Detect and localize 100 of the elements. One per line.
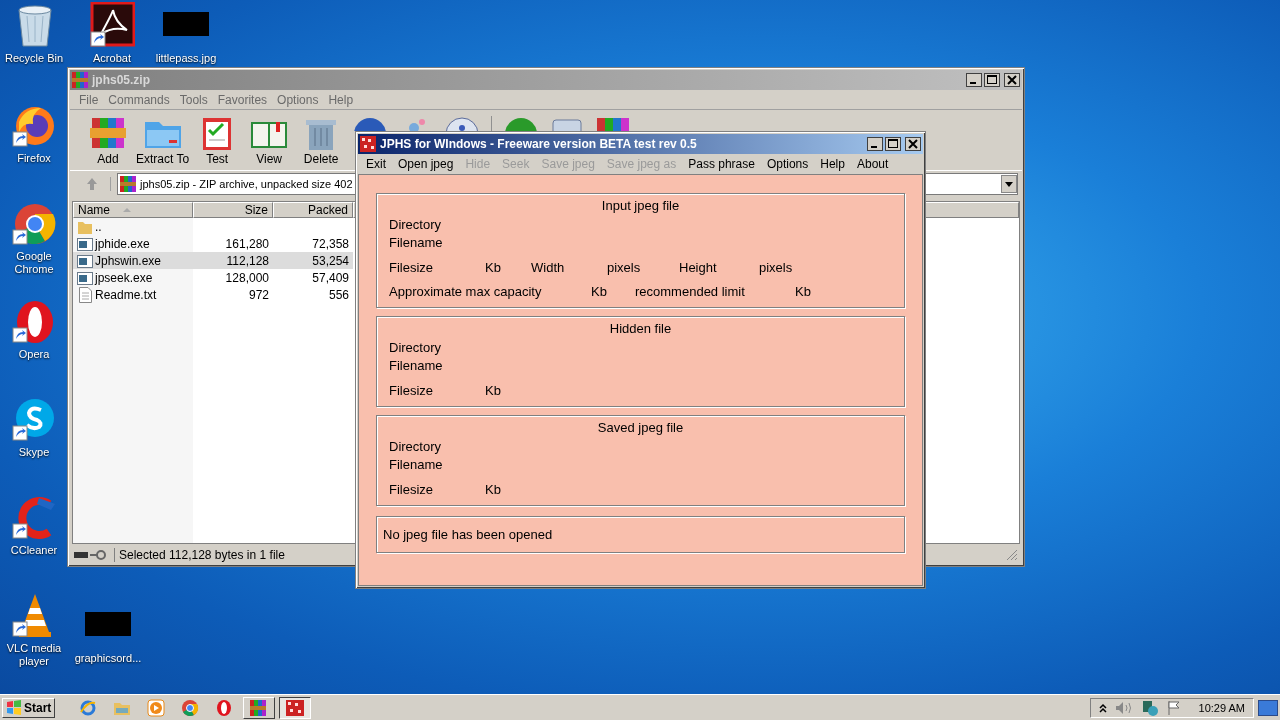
desktop-shortcut[interactable]: Acrobat <box>80 2 144 65</box>
resize-grip-icon <box>1006 549 1018 561</box>
file-row[interactable]: jpseek.exe 128,000 57,409 <box>73 269 353 286</box>
file-name: jphide.exe <box>95 236 150 251</box>
group-title: Input jpeg file <box>600 198 681 213</box>
column-header[interactable]: Packed <box>273 202 353 218</box>
desktop-shortcut[interactable]: graphicsord... <box>76 602 140 665</box>
unit-label: pixels <box>759 259 793 275</box>
play-icon[interactable] <box>147 698 166 717</box>
menu-item[interactable]: Commands <box>103 92 175 107</box>
ccleaner-icon <box>11 494 57 540</box>
field-label: Height <box>679 259 718 275</box>
unit-label: Kb <box>485 259 502 275</box>
menu-item[interactable]: Options <box>272 92 324 107</box>
file-row[interactable]: jphide.exe 161,280 72,358 <box>73 235 353 252</box>
desktop-shortcut[interactable]: CCleaner <box>2 494 66 557</box>
group-title: Hidden file <box>608 321 673 336</box>
network-icon[interactable] <box>1140 699 1159 716</box>
unit-label: Kb <box>591 283 608 299</box>
window-title: JPHS for WIndows - Freeware version BETA test rev 0.5 <box>380 137 698 151</box>
taskbar-button[interactable] <box>279 696 312 719</box>
program-icon <box>77 235 93 252</box>
file-row[interactable]: Readme.txt 972 556 <box>73 286 353 303</box>
unit-label: pixels <box>607 259 642 275</box>
file-size: 972 <box>248 287 269 302</box>
desktop-shortcut[interactable]: Opera <box>2 298 66 361</box>
menu-item[interactable]: Help <box>814 156 851 171</box>
packed-size: 72,358 <box>312 236 349 251</box>
file-name: .. <box>95 219 102 234</box>
field-label: Directory <box>389 216 441 232</box>
file-size: 128,000 <box>225 270 269 285</box>
group-title: Saved jpeg file <box>596 420 685 435</box>
mosaic-icon <box>360 136 376 152</box>
column-header[interactable]: Name <box>73 202 193 218</box>
desktop-shortcut[interactable]: Skype <box>2 396 66 459</box>
opera-icon[interactable] <box>215 698 234 717</box>
archive-icon <box>72 72 88 88</box>
toolbar-button[interactable]: Delete <box>295 110 348 166</box>
status-text: No jpeg file has been opened <box>383 527 553 542</box>
text-file-icon <box>77 286 93 303</box>
file-name: Readme.txt <box>95 287 157 302</box>
archive-icon <box>120 176 136 192</box>
program-icon <box>77 269 93 286</box>
file-size: 112,128 <box>226 253 269 268</box>
dropdown-icon[interactable] <box>1001 175 1017 193</box>
field-label: Directory <box>389 339 441 355</box>
menu-item[interactable]: Favorites <box>212 92 273 107</box>
maximize-button[interactable] <box>885 137 901 151</box>
menu-item[interactable]: File <box>74 92 104 107</box>
file-name: Jphswin.exe <box>95 253 162 268</box>
field-label: Directory <box>389 438 441 454</box>
menu-item[interactable]: Open jpeg <box>392 156 460 171</box>
menu-item[interactable]: Tools <box>174 92 213 107</box>
archive-icon <box>250 699 269 716</box>
minimize-button[interactable] <box>867 137 883 151</box>
menu-item[interactable]: Options <box>760 156 815 171</box>
desktop-shortcut[interactable]: VLC media player <box>2 592 66 668</box>
flag-icon[interactable] <box>1166 699 1181 716</box>
menu-item[interactable]: Help <box>323 92 359 107</box>
field-label: recommended limit <box>635 283 746 299</box>
menu-item[interactable]: About <box>850 156 895 171</box>
file-name: jpseek.exe <box>95 270 153 285</box>
windows-logo-icon <box>6 699 22 716</box>
chevron-up-icon[interactable] <box>1098 702 1107 713</box>
drive-key-icon <box>74 549 108 561</box>
unit-label: Kb <box>485 382 502 398</box>
pdf-icon <box>89 2 135 48</box>
file-size: 161,280 <box>225 236 269 251</box>
column-header[interactable]: Size <box>193 202 273 218</box>
start-button[interactable]: Start <box>2 697 56 718</box>
show-desktop-icon[interactable] <box>1258 699 1278 716</box>
desktop-shortcut[interactable]: littlepass.jpg <box>154 2 218 65</box>
field-label: Filesize <box>389 481 435 497</box>
desktop-shortcut[interactable]: Firefox <box>2 102 66 165</box>
internet-explorer-icon[interactable] <box>79 698 98 717</box>
field-label: Filename <box>389 234 443 250</box>
program-icon <box>77 252 93 269</box>
toolbar-button[interactable]: View <box>243 110 296 166</box>
toolbar-button[interactable]: Test <box>191 110 244 166</box>
clock[interactable]: 10:29 AM <box>1198 701 1245 714</box>
field-label: Filesize <box>389 259 435 275</box>
skype-icon <box>11 396 57 442</box>
unit-label: Kb <box>795 283 811 299</box>
desktop-shortcut[interactable]: Google Chrome <box>2 200 66 276</box>
packed-size: 556 <box>328 287 349 302</box>
toolbar-button[interactable]: Extract To <box>134 110 192 166</box>
field-label: Filename <box>389 357 443 373</box>
file-row[interactable]: Jphswin.exe 112,128 53,254 <box>73 252 353 269</box>
window-title: jphs05.zip <box>92 73 151 87</box>
close-button[interactable] <box>905 137 921 151</box>
packed-size: 57,409 <box>312 270 349 285</box>
field-label: Filename <box>389 456 443 472</box>
file-row[interactable]: .. <box>73 218 353 235</box>
menu-item[interactable]: Pass phrase <box>682 156 761 171</box>
desktop-shortcut[interactable]: Recycle Bin <box>2 2 66 65</box>
field-label: Approximate max capacity <box>389 283 543 299</box>
field-label: Filesize <box>389 382 435 398</box>
toolbar-button[interactable]: Add <box>82 110 134 166</box>
menu-item[interactable]: Exit <box>360 156 392 171</box>
chrome-icon[interactable] <box>181 698 200 717</box>
